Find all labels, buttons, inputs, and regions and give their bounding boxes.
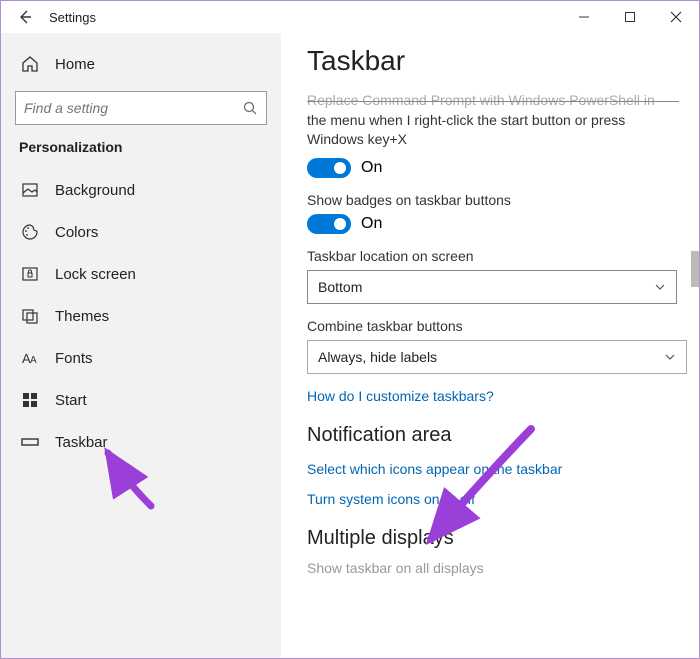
svg-text:A: A [30, 355, 37, 366]
nav-label: Colors [55, 224, 98, 241]
badges-label: Show badges on taskbar buttons [307, 192, 679, 208]
palette-icon [19, 221, 41, 243]
nav-label: Start [55, 392, 87, 409]
start-icon [19, 389, 41, 411]
chevron-down-icon [664, 351, 676, 363]
window-title: Settings [49, 10, 96, 25]
maximize-button[interactable] [607, 1, 653, 33]
toggle-state: On [361, 159, 382, 177]
chevron-down-icon [654, 281, 666, 293]
combine-select[interactable]: Always, hide labels [307, 340, 687, 374]
home-label: Home [55, 56, 95, 73]
taskbar-icon [19, 431, 41, 453]
arrow-left-icon [17, 9, 33, 25]
search-box[interactable] [15, 91, 267, 125]
replace-cmd-setting: Replace Command Prompt with Windows Powe… [307, 91, 679, 150]
back-button[interactable] [5, 1, 45, 33]
show-taskbar-all-label: Show taskbar on all displays [307, 560, 679, 576]
select-value: Bottom [318, 279, 362, 295]
nav-label: Taskbar [55, 434, 108, 451]
nav-label: Background [55, 182, 135, 199]
select-value: Always, hide labels [318, 349, 437, 365]
sidebar: Home Personalization Background Colors L… [1, 33, 281, 658]
sidebar-item-taskbar[interactable]: Taskbar [1, 421, 281, 463]
combine-label: Combine taskbar buttons [307, 318, 679, 334]
sidebar-item-fonts[interactable]: AA Fonts [1, 337, 281, 379]
section-header: Personalization [1, 135, 281, 169]
home-nav[interactable]: Home [1, 43, 281, 85]
multiple-displays-heading: Multiple displays [307, 527, 679, 550]
sidebar-item-background[interactable]: Background [1, 169, 281, 211]
notification-area-heading: Notification area [307, 424, 679, 447]
sidebar-item-colors[interactable]: Colors [1, 211, 281, 253]
system-icons-link[interactable]: Turn system icons on or off [307, 491, 679, 507]
page-title: Taskbar [307, 45, 679, 77]
close-icon [670, 11, 682, 23]
location-select[interactable]: Bottom [307, 270, 677, 304]
scrollbar-thumb[interactable] [691, 251, 699, 287]
select-icons-link[interactable]: Select which icons appear on the taskbar [307, 461, 679, 477]
help-link[interactable]: How do I customize taskbars? [307, 388, 679, 404]
sidebar-item-start[interactable]: Start [1, 379, 281, 421]
sidebar-item-themes[interactable]: Themes [1, 295, 281, 337]
setting-desc: the menu when I right-click the start bu… [307, 112, 625, 148]
maximize-icon [624, 11, 636, 23]
picture-icon [19, 179, 41, 201]
home-icon [19, 53, 41, 75]
fonts-icon: AA [19, 347, 41, 369]
minimize-icon [578, 11, 590, 23]
nav-label: Themes [55, 308, 109, 325]
search-icon [243, 101, 258, 116]
titlebar: Settings [1, 1, 699, 33]
badges-toggle[interactable] [307, 214, 351, 234]
location-label: Taskbar location on screen [307, 248, 679, 264]
lock-icon [19, 263, 41, 285]
nav-label: Lock screen [55, 266, 136, 283]
settings-window: Settings Home Pers [0, 0, 700, 659]
sidebar-item-lockscreen[interactable]: Lock screen [1, 253, 281, 295]
nav-label: Fonts [55, 350, 93, 367]
search-input[interactable] [24, 100, 243, 116]
content-panel: Taskbar Replace Command Prompt with Wind… [281, 33, 699, 658]
truncated-line: Replace Command Prompt with Windows Powe… [307, 91, 679, 111]
themes-icon [19, 305, 41, 327]
replace-cmd-toggle[interactable] [307, 158, 351, 178]
toggle-state: On [361, 215, 382, 233]
minimize-button[interactable] [561, 1, 607, 33]
close-button[interactable] [653, 1, 699, 33]
